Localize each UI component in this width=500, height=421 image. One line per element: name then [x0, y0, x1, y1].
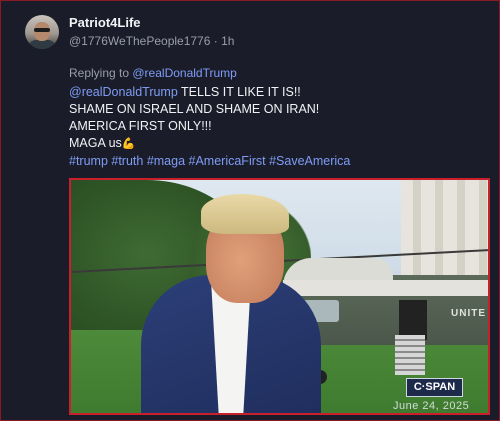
post-line-4: MAGA us💪: [69, 135, 489, 153]
handle-line: @1776WeThePeople1776 · 1h: [69, 34, 234, 48]
display-name[interactable]: Patriot4Life: [69, 15, 141, 30]
avatar[interactable]: [25, 15, 59, 49]
cspan-watermark: C·SPAN: [406, 378, 463, 397]
helicopter-stripe: [283, 280, 488, 296]
post-line-4-text: MAGA us: [69, 136, 122, 150]
building-pillar: [435, 180, 443, 290]
post-line-1: @realDonaldTrump TELLS IT LIKE IT IS!!: [69, 84, 489, 101]
post-media-image[interactable]: UNITE C·SPAN June 24, 2025: [69, 178, 490, 415]
building-pillar: [479, 180, 487, 290]
person-hair: [201, 194, 289, 234]
white-house-building: [401, 180, 488, 290]
helicopter-lettering: UNITE: [451, 308, 486, 319]
post-line-3: AMERICA FIRST ONLY!!!: [69, 119, 212, 133]
reply-to-link[interactable]: @realDonaldTrump: [132, 66, 236, 80]
user-handle[interactable]: @1776WeThePeople1776: [69, 34, 210, 48]
helicopter-stairs: [395, 335, 425, 375]
reply-prefix: Replying to: [69, 66, 133, 80]
hashtags[interactable]: #trump #truth #maga #AmericaFirst #SaveA…: [69, 153, 489, 170]
avatar-sunglasses: [34, 28, 50, 32]
avatar-shirt: [28, 40, 56, 49]
building-pillar: [457, 180, 465, 290]
meta-separator: ·: [210, 34, 222, 48]
mention-link[interactable]: @realDonaldTrump: [69, 85, 178, 99]
post-body: @realDonaldTrump TELLS IT LIKE IT IS!! S…: [69, 84, 489, 170]
video-date: June 24, 2025: [393, 400, 470, 412]
helicopter-door: [399, 300, 427, 340]
reply-context: Replying to @realDonaldTrump: [69, 66, 237, 80]
post-line-2: SHAME ON ISRAEL AND SHAME ON IRAN!: [69, 102, 320, 116]
post-card: Patriot4Life @1776WeThePeople1776 · 1h R…: [0, 0, 500, 421]
post-line-1-text: TELLS IT LIKE IT IS!!: [177, 85, 301, 99]
building-pillar: [413, 180, 421, 290]
post-time[interactable]: 1h: [221, 34, 234, 48]
flexed-biceps-icon: 💪: [121, 138, 136, 150]
